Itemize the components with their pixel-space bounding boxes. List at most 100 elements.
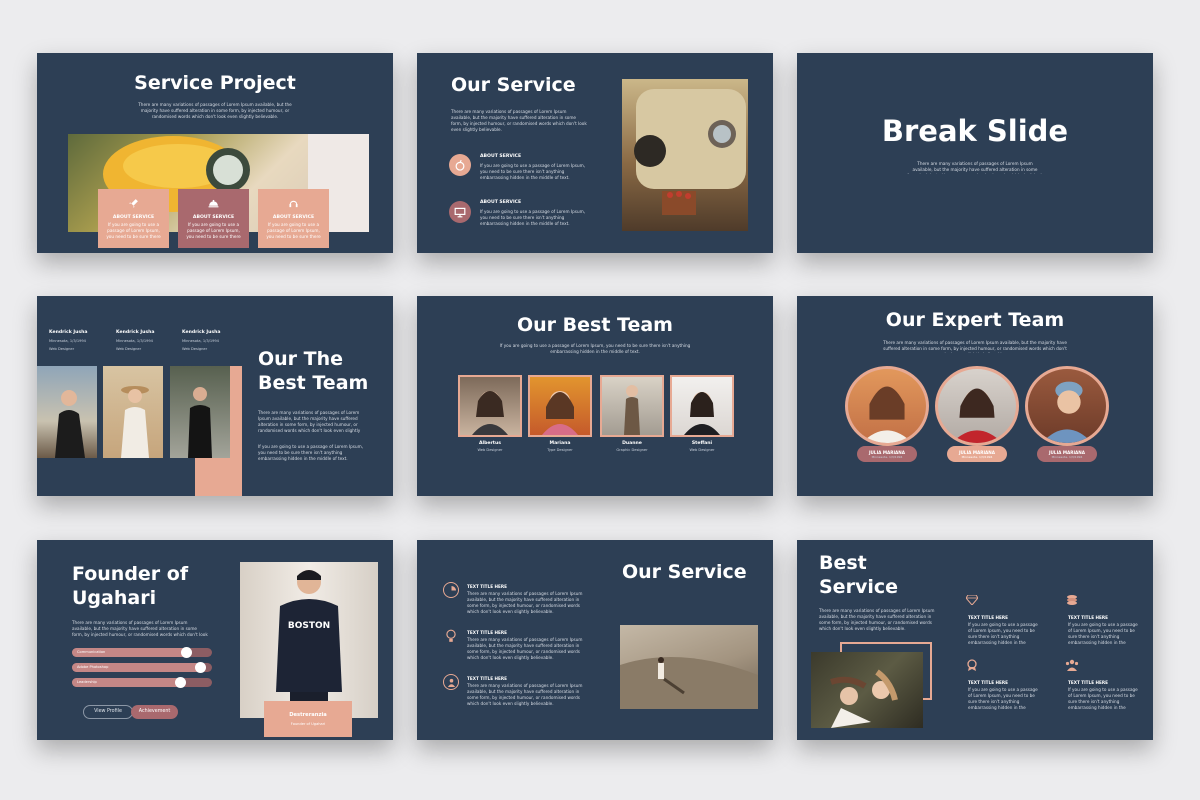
person-sub: Minnesota, 1/3/1994: [49, 339, 86, 343]
skill-slider-knob[interactable]: [180, 647, 192, 658]
slide-our-service[interactable]: Our Service There are many variations of…: [417, 53, 773, 253]
member-frame-3: [600, 375, 664, 437]
slide-best-team-intro[interactable]: Kendrick Jusha Minnesota, 1/3/1994 Web D…: [37, 296, 393, 496]
skill-slider[interactable]: Adobe Photoshop: [72, 662, 212, 673]
fruit-icon: [449, 154, 471, 176]
item-text: If you are going to use a passage of Lor…: [968, 622, 1038, 645]
slide-body-text: There are many variations of passages of…: [819, 608, 935, 631]
member-frame-1: [458, 375, 522, 437]
slide-title-line1: Best: [819, 552, 867, 574]
slide-our-service-2[interactable]: Our Service TEXT TITLE HERE There are ma…: [417, 540, 773, 740]
service-card-2[interactable]: ABOUT SERVICE If you are going to use a …: [178, 189, 249, 248]
person-role: Web Designer: [49, 347, 75, 351]
member-role: Type Designer: [547, 448, 573, 452]
card-text: If you are going to use a passage of Lor…: [266, 222, 321, 239]
expert-role: Minnesota, 1/3/1994: [1051, 454, 1083, 459]
item-text: There are many variations of passages of…: [467, 591, 583, 614]
people-icon: [443, 674, 459, 690]
person-name: Kendrick Jusha: [49, 330, 88, 335]
slide-title: Our Expert Team: [885, 309, 1065, 331]
team-photo-1: [37, 366, 97, 458]
award-icon: [965, 658, 979, 672]
item-text: If you are going to use a passage of Lor…: [1068, 622, 1138, 645]
slide-body-text: There are many variations of passages of…: [907, 161, 1043, 174]
slide-our-expert-team[interactable]: Our Expert Team There are many variation…: [797, 296, 1153, 496]
expert-badge-1: JULIA MARIANA Minnesota, 1/3/1994: [857, 446, 917, 462]
founder-name: Destreranzia: [289, 712, 327, 718]
item-label: ABOUT SERVICE: [480, 154, 522, 159]
slide-title-line1: Founder of: [72, 563, 189, 585]
item-label: TEXT TITLE HERE: [467, 630, 507, 635]
member-photo: [672, 377, 732, 435]
slide-best-service[interactable]: Best Service There are many variations o…: [797, 540, 1153, 740]
item-text: There are many variations of passages of…: [467, 637, 583, 660]
member-role: Web Designer: [689, 448, 715, 452]
member-role: Graphic Designer: [616, 448, 648, 452]
person-sub: Minnesota, 1/3/1994: [182, 339, 219, 343]
slide-body-text: There are many variations of passages of…: [258, 410, 361, 433]
slide-body-text: There are many variations of passages of…: [883, 340, 1067, 353]
expert-photo-3: [1025, 366, 1109, 446]
person-role: Web Designer: [182, 347, 208, 351]
team-photo-3: [170, 366, 230, 458]
slide-title: Our Best Team: [517, 314, 673, 336]
expert-photo-1: [845, 366, 929, 446]
slide-title-line1: Our The: [258, 348, 344, 370]
person-role: Web Designer: [116, 347, 142, 351]
skill-slider-knob[interactable]: [194, 662, 206, 673]
slide-body-text: If you are going to use a passage of Lor…: [258, 444, 364, 461]
member-name: Albertus: [479, 441, 501, 446]
item-label: ABOUT SERVICE: [480, 200, 522, 205]
member-photo: [460, 377, 520, 435]
coins-icon: [1065, 593, 1079, 607]
person-name: Kendrick Jusha: [182, 330, 221, 335]
slide-body-text: If you are going to use a passage of Lor…: [499, 343, 691, 354]
item-label: TEXT TITLE HERE: [1068, 615, 1108, 620]
desert-photo: [620, 625, 758, 709]
skill-slider-label: Leadership: [77, 680, 97, 684]
achievement-button[interactable]: Achievement: [131, 705, 178, 719]
item-label: TEXT TITLE HERE: [968, 615, 1008, 620]
member-name: Duanne: [622, 441, 642, 446]
expert-badge-2: JULIA MARIANA Minnesota, 1/3/1994: [947, 446, 1007, 462]
member-role: Web Designer: [477, 448, 503, 452]
card-text: If you are going to use a passage of Lor…: [106, 222, 161, 239]
skill-slider[interactable]: Communication: [72, 647, 212, 658]
item-text: If you are going to use a passage of Lor…: [968, 687, 1038, 710]
founder-role: Founder of Ugahari: [290, 722, 326, 726]
slide-service-project[interactable]: Service Project There are many variation…: [37, 53, 393, 253]
slide-our-best-team[interactable]: Our Best Team If you are going to use a …: [417, 296, 773, 496]
bulb-icon: [443, 628, 459, 644]
skill-sliders: Communication Adobe Photoshop Leadership: [72, 647, 212, 692]
item-text: If you are going to use a passage of Lor…: [1068, 687, 1138, 710]
slide-founder[interactable]: Founder of Ugahari There are many variat…: [37, 540, 393, 740]
slide-title-line2: Service: [819, 576, 898, 598]
slide-body-text: There are many variations of passages of…: [451, 109, 587, 132]
item-text: There are many variations of passages of…: [467, 683, 583, 706]
view-profile-button[interactable]: View Profile: [83, 705, 133, 719]
service-card-1[interactable]: ABOUT SERVICE If you are going to use a …: [98, 189, 169, 248]
item-label: TEXT TITLE HERE: [968, 680, 1008, 685]
card-label: ABOUT SERVICE: [272, 215, 315, 220]
expert-badge-3: JULIA MARIANA Minnesota, 1/3/1994: [1037, 446, 1097, 462]
expert-role: Minnesota, 1/3/1994: [961, 454, 993, 459]
slide-break[interactable]: Break Slide There are many variations of…: [797, 53, 1153, 253]
cloche-icon: [207, 197, 220, 210]
team-photo-2: [103, 366, 163, 458]
headset-icon: [287, 197, 300, 210]
skill-slider-knob[interactable]: [175, 677, 187, 688]
slide-body-text: There are many variations of passages of…: [72, 620, 208, 637]
person-sub: Minnesota, 1/3/1994: [116, 339, 153, 343]
member-photo: [602, 377, 662, 435]
skill-slider[interactable]: Leadership: [72, 677, 212, 688]
diamond-icon: [965, 593, 979, 607]
member-name: Mariana: [549, 441, 571, 446]
expert-role: Minnesota, 1/3/1994: [871, 454, 903, 459]
slide-title: Our Service: [622, 561, 747, 583]
slide-title: Our Service: [451, 74, 576, 96]
chart-icon: [443, 582, 459, 598]
expert-photo-2: [935, 366, 1019, 446]
team-icon: [1065, 658, 1079, 672]
founder-name-card: Destreranzia Founder of Ugahari: [264, 701, 352, 737]
service-card-3[interactable]: ABOUT SERVICE If you are going to use a …: [258, 189, 329, 248]
